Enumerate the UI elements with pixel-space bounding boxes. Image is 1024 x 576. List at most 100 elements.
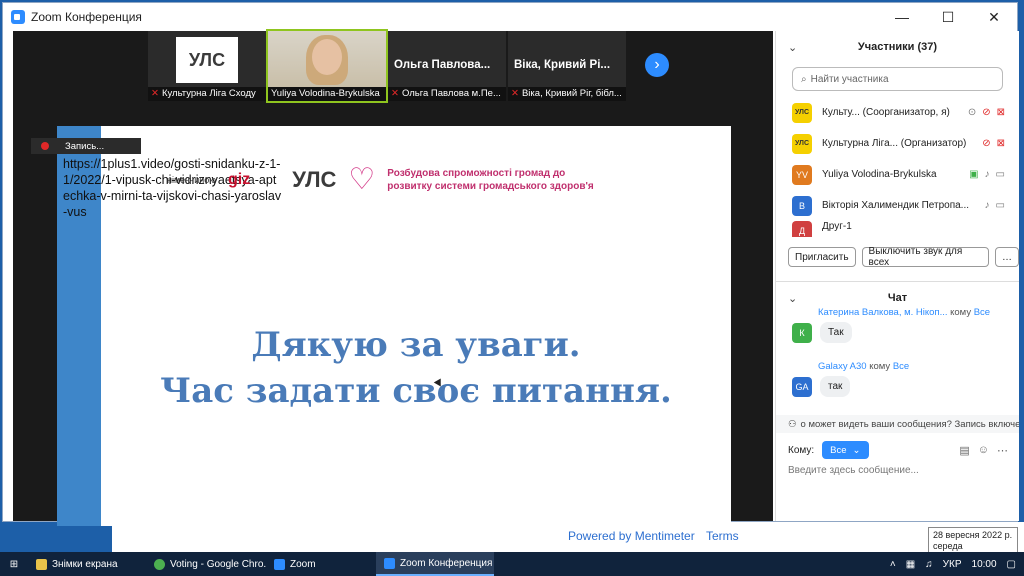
zoom-app-icon bbox=[11, 10, 25, 24]
taskbar-item-label: Voting - Google Chro... bbox=[170, 558, 266, 570]
volume-icon[interactable]: ♫ bbox=[925, 559, 933, 570]
taskbar-item[interactable]: Voting - Google Chro... bbox=[146, 552, 266, 576]
participant-row[interactable]: YV Yuliya Volodina-Brykulska ▣ ♪ ▭ bbox=[776, 159, 1019, 190]
record-status-icon: ⊙ bbox=[967, 107, 977, 118]
title-bar: Zoom Конференция — ☐ ✕ bbox=[3, 3, 1017, 31]
side-panel: ⌄ Участники (37) ⌕ Найти участника УЛС К… bbox=[775, 31, 1019, 521]
tooltip-day: середа bbox=[933, 541, 963, 551]
taskbar-item[interactable]: Zoom bbox=[266, 552, 376, 576]
participant-row[interactable]: УЛС Культурна Ліга... (Организатор) ⊘ ⊠ bbox=[776, 128, 1019, 159]
emoji-icon[interactable]: ☺ bbox=[978, 444, 989, 457]
mic-icon: ♪ bbox=[984, 200, 990, 211]
chat-sender: Катерина Валкова, м. Нікоп... кому Все bbox=[776, 307, 1019, 318]
slide-line-2: Час задати своє питання. bbox=[160, 371, 672, 411]
mic-off-icon: ⊘ bbox=[982, 138, 991, 149]
participant-status-icons: ⊙ ⊘ ⊠ bbox=[968, 107, 1005, 118]
taskbar-item[interactable]: Знімки екрана bbox=[28, 552, 146, 576]
chat-visibility-notice[interactable]: ⚇ о может видеть ваши сообщения? Запись … bbox=[776, 415, 1019, 433]
avatar: GA bbox=[792, 376, 812, 397]
thumbnail-name: Культурна Ліга Сходу bbox=[161, 88, 256, 99]
taskbar-item-label: Zoom Конференция bbox=[400, 557, 493, 569]
participant-name: Культу... (Соорганизатор, я) bbox=[822, 107, 950, 118]
participant-row[interactable]: В Вікторія Халимендик Петропа... ♪ ▭ bbox=[776, 190, 1019, 221]
video-icon: ▭ bbox=[995, 169, 1005, 180]
mic-muted-icon: ✕ bbox=[391, 88, 399, 99]
chat-message: Galaxy A30 кому Все GA так bbox=[776, 361, 1019, 397]
search-placeholder: Найти участника bbox=[810, 73, 889, 85]
shared-slide: https://1plus1.video/gosti-snidanku-z-1-… bbox=[57, 126, 731, 526]
language-indicator[interactable]: УКР bbox=[943, 559, 962, 570]
powered-by-link[interactable]: Powered by Mentimeter bbox=[568, 529, 695, 543]
system-tray: ˄ ▦ ♫ УКР 10:00 ▢ bbox=[890, 552, 1024, 576]
video-thumbnail[interactable]: Ольга Павлова... ✕ Ольга Павлова м.Пе... bbox=[388, 31, 506, 101]
clock[interactable]: 10:00 bbox=[972, 559, 997, 570]
recipient-value: Все bbox=[830, 444, 847, 456]
network-icon[interactable]: ▦ bbox=[906, 559, 915, 570]
thumbnail-name: Ольга Павлова м.Пе... bbox=[401, 88, 501, 99]
thumbnail-name-bar: Yuliya Volodina-Brykulska bbox=[268, 87, 386, 101]
slide-line-1: Дякую за уваги. bbox=[251, 325, 581, 365]
chat-tools: ▤ ☺ ⋯ bbox=[959, 444, 1008, 457]
invite-button[interactable]: Пригласить bbox=[788, 247, 856, 267]
people-icon: ⚇ bbox=[788, 418, 797, 430]
chevron-up-icon[interactable]: ˄ bbox=[890, 559, 896, 570]
participant-name: Yuliya Volodina-Brykulska bbox=[822, 169, 937, 180]
close-button[interactable]: ✕ bbox=[971, 3, 1017, 31]
notifications-icon[interactable]: ▢ bbox=[1007, 559, 1016, 570]
thumbnail-name-bar: ✕ Культурна Ліга Сходу bbox=[148, 87, 266, 101]
share-screen-icon: ▣ bbox=[969, 169, 979, 180]
window-title: Zoom Конференция bbox=[31, 10, 142, 24]
record-dot-icon bbox=[41, 142, 49, 150]
video-face bbox=[312, 39, 342, 75]
chevron-down-icon[interactable]: ⌄ bbox=[788, 41, 797, 54]
avatar: В bbox=[792, 195, 812, 216]
next-thumbnails-arrow-icon[interactable]: › bbox=[645, 53, 669, 77]
terms-link[interactable]: Terms bbox=[706, 529, 739, 543]
video-thumbnail[interactable]: Віка, Кривий Рі... ✕ Віка, Кривий Ріг, бі… bbox=[508, 31, 626, 101]
partner-logos: німеччиною giz УЛС ♡ Розбудова спроможно… bbox=[147, 162, 607, 197]
chat-title: Чат bbox=[887, 292, 908, 304]
maximize-button[interactable]: ☐ bbox=[925, 3, 971, 31]
to-prefix: кому bbox=[950, 307, 972, 318]
more-options-button[interactable]: … bbox=[995, 247, 1019, 267]
thumbnail-name: Віка, Кривий Ріг, бібл... bbox=[521, 88, 622, 99]
participant-row[interactable]: Д Друг-1 bbox=[776, 221, 1019, 237]
file-icon[interactable]: ▤ bbox=[959, 444, 969, 457]
participant-video bbox=[268, 31, 386, 87]
zoom-icon bbox=[274, 558, 285, 570]
video-area: УЛС ✕ Культурна Ліга Сходу Yuliya Volodin… bbox=[13, 29, 773, 526]
recipient: Все bbox=[973, 307, 991, 318]
league-logo-slide: УЛС bbox=[292, 166, 337, 192]
participant-search-input[interactable]: ⌕ Найти участника bbox=[792, 67, 1003, 91]
taskbar-item-active[interactable]: Zoom Конференция bbox=[376, 552, 494, 576]
chat-message: Катерина Валкова, м. Нікоп... кому Все К… bbox=[776, 307, 1019, 343]
participant-name: Вікторія Халимендик Петропа... bbox=[822, 200, 970, 211]
start-button[interactable]: ⊞ bbox=[0, 552, 28, 576]
participant-status-icons: ⊘ ⊠ bbox=[982, 138, 1005, 149]
partner-text: німеччиною bbox=[167, 174, 216, 185]
project-title: Розбудова спроможності громад до розвитк… bbox=[387, 167, 594, 192]
video-thumbnail-active-speaker[interactable]: Yuliya Volodina-Brykulska bbox=[266, 29, 388, 103]
participant-actions: Пригласить Выключить звук для всех … bbox=[788, 246, 1019, 268]
participant-row[interactable]: УЛС Культу... (Соорганизатор, я) ⊙ ⊘ ⊠ bbox=[776, 97, 1019, 128]
date-tooltip: 28 вересня 2022 р. середа bbox=[928, 527, 1018, 553]
minimize-button[interactable]: — bbox=[879, 3, 925, 31]
video-thumbnail[interactable]: УЛС ✕ Культурна Ліга Сходу bbox=[148, 31, 266, 101]
zoom-icon bbox=[384, 557, 395, 569]
more-icon[interactable]: ⋯ bbox=[997, 444, 1008, 457]
chevron-down-icon[interactable]: ⌄ bbox=[788, 292, 797, 305]
participant-status-icons: ♪ ▭ bbox=[985, 200, 1005, 211]
recording-label: Запись... bbox=[65, 140, 105, 152]
participants-title: Участники (37) bbox=[857, 41, 938, 53]
chat-bubble: Так bbox=[820, 322, 852, 343]
participants-header: ⌄ Участники (37) bbox=[776, 31, 1019, 63]
video-thumbnail-strip: УЛС ✕ Культурна Ліга Сходу Yuliya Volodin… bbox=[148, 29, 626, 103]
avatar: УЛС bbox=[792, 133, 812, 154]
chat-message-row: GA так bbox=[776, 376, 1019, 397]
to-label: Кому: bbox=[788, 444, 815, 456]
mute-all-button[interactable]: Выключить звук для всех bbox=[861, 246, 989, 268]
chat-message-input[interactable]: Введите здесь сообщение... bbox=[788, 465, 919, 476]
thumbnail-big-name: Віка, Кривий Рі... bbox=[514, 59, 611, 71]
recipient-select[interactable]: Все ⌄ bbox=[822, 441, 869, 459]
recording-indicator[interactable]: Запись... bbox=[31, 138, 141, 154]
